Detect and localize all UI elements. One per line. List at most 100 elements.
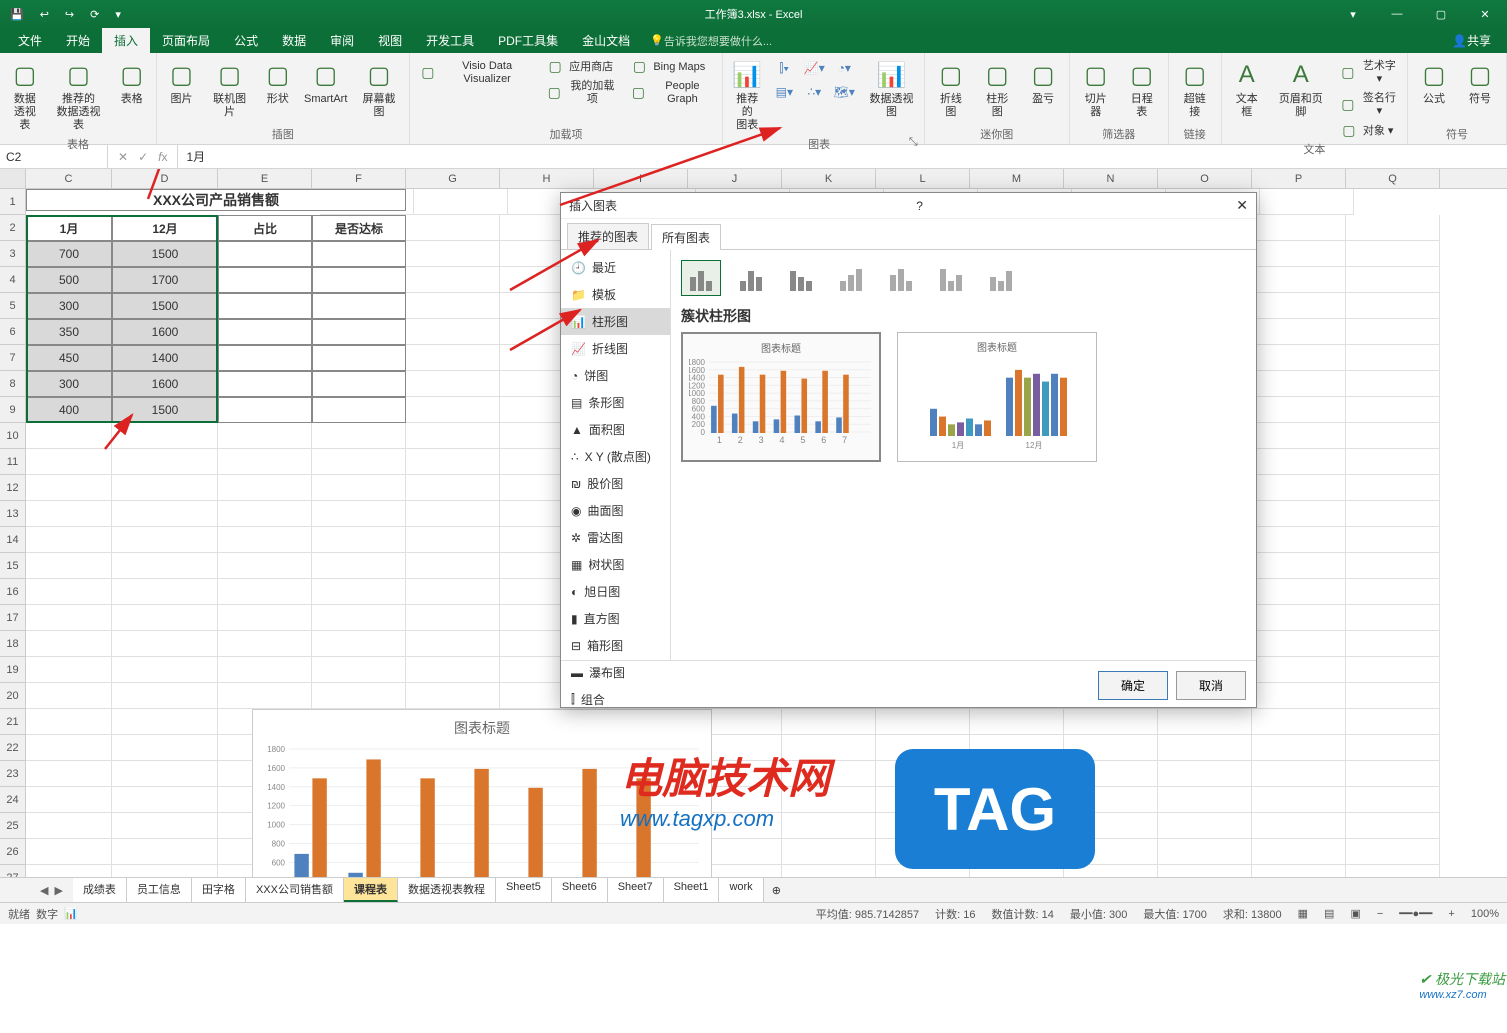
row-head-4[interactable]: 4 [0,267,26,293]
view-pagebreak-icon[interactable]: ▣ [1350,907,1360,920]
ribbon-联机图片[interactable]: ▢联机图片 [206,57,254,121]
col-head-J[interactable]: J [688,169,782,188]
row-head-20[interactable]: 20 [0,683,26,709]
row-head-22[interactable]: 22 [0,735,26,761]
cell-P20[interactable] [1252,683,1346,709]
cell-D9[interactable]: 1500 [112,397,218,423]
sheet-nav-first-icon[interactable]: ◀ [40,884,48,897]
cell-E2[interactable]: 占比 [218,215,312,241]
cell-G4[interactable] [406,267,500,293]
cell-P6[interactable] [1252,319,1346,345]
cell-G19[interactable] [406,657,500,683]
cell-N21[interactable] [1064,709,1158,735]
cell-Q19[interactable] [1346,657,1440,683]
cell-C6[interactable]: 350 [26,319,112,345]
ribbon-签名行[interactable]: ▢签名行 ▾ [1336,89,1401,119]
cell-E7[interactable] [218,345,312,371]
ribbon-tab-7[interactable]: 视图 [366,28,414,53]
dialog-help-icon[interactable]: ? [916,199,923,213]
sheet-tab-Sheet1[interactable]: Sheet1 [664,878,720,902]
ribbon-我的加载项[interactable]: ▢我的加载项 [542,77,620,107]
cell-P25[interactable] [1252,813,1346,839]
cell-G5[interactable] [406,293,500,319]
ribbon-折线图[interactable]: ▢折线图 [931,57,971,121]
ribbon-文本框[interactable]: A文本框 [1228,57,1266,121]
col-head-Q[interactable]: Q [1346,169,1440,188]
row-head-11[interactable]: 11 [0,449,26,475]
cell-Q25[interactable] [1346,813,1440,839]
cell-Q5[interactable] [1346,293,1440,319]
cell-E6[interactable] [218,319,312,345]
fx-icon[interactable]: fx [158,150,167,164]
cell-K26[interactable] [782,839,876,865]
sheet-tab-课程表[interactable]: 课程表 [344,878,398,902]
ribbon-对象[interactable]: ▢对象 ▾ [1336,121,1401,139]
view-layout-icon[interactable]: ▤ [1324,907,1334,920]
cell-E11[interactable] [218,449,312,475]
col-head-D[interactable]: D [112,169,218,188]
cell-Q4[interactable] [1346,267,1440,293]
cell-C17[interactable] [26,605,112,631]
cell-G10[interactable] [406,423,500,449]
chart-category-折线图[interactable]: 📈折线图 [561,335,670,362]
cell-Q12[interactable] [1346,475,1440,501]
chart-type-3[interactable]: ▤▾ [771,81,797,103]
cell-P9[interactable] [1252,397,1346,423]
cell-C7[interactable]: 450 [26,345,112,371]
cell-E17[interactable] [218,605,312,631]
chart-type-4[interactable]: ∴▾ [801,81,827,103]
cell-Q7[interactable] [1346,345,1440,371]
cell-G11[interactable] [406,449,500,475]
cell-Q18[interactable] [1346,631,1440,657]
cell-G6[interactable] [406,319,500,345]
ribbon-tab-4[interactable]: 公式 [222,28,270,53]
cell-P26[interactable] [1252,839,1346,865]
cell-C22[interactable] [26,735,112,761]
cell-C8[interactable]: 300 [26,371,112,397]
cell-E3[interactable] [218,241,312,267]
ribbon-tab-6[interactable]: 审阅 [318,28,366,53]
view-normal-icon[interactable]: ▦ [1298,907,1308,920]
row-head-6[interactable]: 6 [0,319,26,345]
ribbon-数据透视表[interactable]: ▢数据透视表 [6,57,44,134]
cell-P12[interactable] [1252,475,1346,501]
cell-C13[interactable] [26,501,112,527]
dialog-tab-0[interactable]: 推荐的图表 [567,223,649,249]
sheet-tab-田字格[interactable]: 田字格 [192,878,246,902]
cell-D21[interactable] [112,709,218,735]
cell-Q15[interactable] [1346,553,1440,579]
sheet-tab-Sheet6[interactable]: Sheet6 [552,878,608,902]
cell-F10[interactable] [312,423,406,449]
zoom-level[interactable]: 100% [1471,908,1499,920]
cell-C11[interactable] [26,449,112,475]
cell-P27[interactable] [1252,865,1346,877]
cell-Q6[interactable] [1346,319,1440,345]
cell-Q26[interactable] [1346,839,1440,865]
sheet-tab-员工信息[interactable]: 员工信息 [127,878,192,902]
col-head-M[interactable]: M [970,169,1064,188]
col-head-H[interactable]: H [500,169,594,188]
col-head-P[interactable]: P [1252,169,1346,188]
cell-G14[interactable] [406,527,500,553]
cell-D5[interactable]: 1500 [112,293,218,319]
row-head-24[interactable]: 24 [0,787,26,813]
cell-C3[interactable]: 700 [26,241,112,267]
cell-D8[interactable]: 1600 [112,371,218,397]
chart-category-树状图[interactable]: ▦树状图 [561,551,670,578]
ribbon-超链接[interactable]: ▢超链接 [1175,57,1215,121]
chart-category-股价图[interactable]: ₪股价图 [561,470,670,497]
col-head-E[interactable]: E [218,169,312,188]
cell-C9[interactable]: 400 [26,397,112,423]
cell-E8[interactable] [218,371,312,397]
cell-D14[interactable] [112,527,218,553]
row-head-1[interactable]: 1 [0,189,26,215]
col-head-K[interactable]: K [782,169,876,188]
cell-C4[interactable]: 500 [26,267,112,293]
cell-P5[interactable] [1252,293,1346,319]
ribbon-切片器[interactable]: ▢切片器 [1076,57,1116,121]
row-head-18[interactable]: 18 [0,631,26,657]
cell-P10[interactable] [1252,423,1346,449]
cell-F7[interactable] [312,345,406,371]
cell-D24[interactable] [112,787,218,813]
cell-F3[interactable] [312,241,406,267]
